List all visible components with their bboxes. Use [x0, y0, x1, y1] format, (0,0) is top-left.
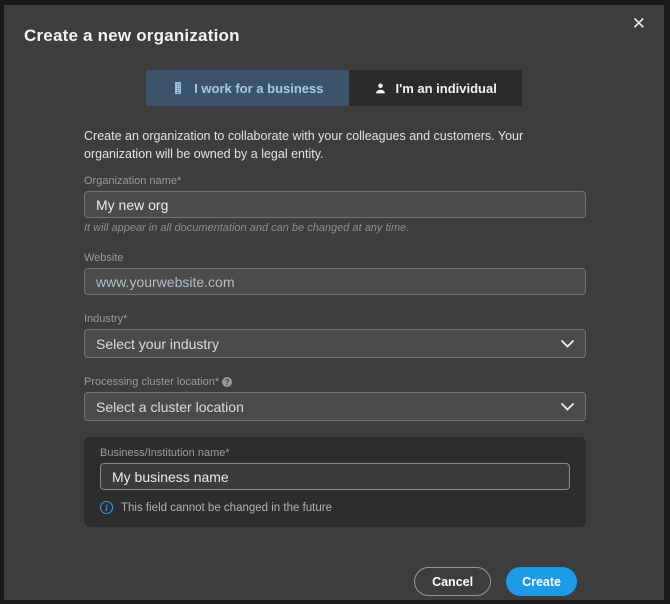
industry-select[interactable]: Select your industry: [84, 329, 586, 359]
tab-individual[interactable]: I'm an individual: [348, 70, 522, 106]
tab-individual-label: I'm an individual: [395, 80, 497, 96]
cancel-button[interactable]: Cancel: [414, 567, 492, 597]
organization-name-label: Organization name*: [84, 175, 182, 188]
tab-business[interactable]: I work for a business: [146, 70, 349, 106]
industry-label: Industry*: [84, 313, 128, 326]
business-name-note-text: This field cannot be changed in the futu…: [121, 501, 332, 514]
industry-selected-value: Select your industry: [96, 335, 219, 352]
dialog-body: Create an organization to collaborate wi…: [4, 127, 664, 597]
cluster-location-select[interactable]: Select a cluster location: [84, 392, 586, 422]
building-icon: [171, 81, 185, 95]
create-organization-dialog: Create a new organization ✕ I work for a…: [4, 5, 664, 600]
tab-business-label: I work for a business: [194, 80, 324, 96]
chevron-down-icon: [561, 339, 574, 348]
industry-field-group: Industry* Select your industry: [84, 313, 586, 359]
business-name-panel: Business/Institution name* i This field …: [84, 437, 586, 528]
close-icon[interactable]: ✕: [626, 11, 652, 36]
organization-name-field-group: Organization name* It will appear in all…: [84, 175, 586, 234]
dialog-title: Create a new organization: [24, 26, 240, 45]
account-type-tabs: I work for a business I'm an individual: [4, 70, 664, 106]
dialog-footer: Cancel Create: [84, 567, 586, 597]
info-icon: i: [100, 501, 113, 515]
create-button[interactable]: Create: [506, 567, 577, 597]
dialog-description: Create an organization to collaborate wi…: [84, 129, 524, 162]
chevron-down-icon: [561, 402, 574, 411]
website-field-group: Website: [84, 252, 586, 296]
person-icon: [374, 82, 387, 95]
organization-name-input[interactable]: [84, 191, 586, 219]
cluster-location-label: Processing cluster location* ?: [84, 376, 586, 388]
business-name-input[interactable]: [100, 463, 570, 491]
website-label: Website: [84, 252, 124, 265]
help-icon[interactable]: ?: [222, 377, 233, 388]
business-name-label: Business/Institution name*: [100, 447, 230, 460]
organization-name-helper: It will appear in all documentation and …: [84, 222, 410, 235]
cluster-location-selected-value: Select a cluster location: [96, 398, 244, 415]
website-input[interactable]: [84, 268, 586, 296]
business-name-note: i This field cannot be changed in the fu…: [100, 501, 570, 515]
cluster-location-label-text: Processing cluster location*: [84, 376, 220, 389]
cluster-location-field-group: Processing cluster location* ? Select a …: [84, 376, 586, 422]
